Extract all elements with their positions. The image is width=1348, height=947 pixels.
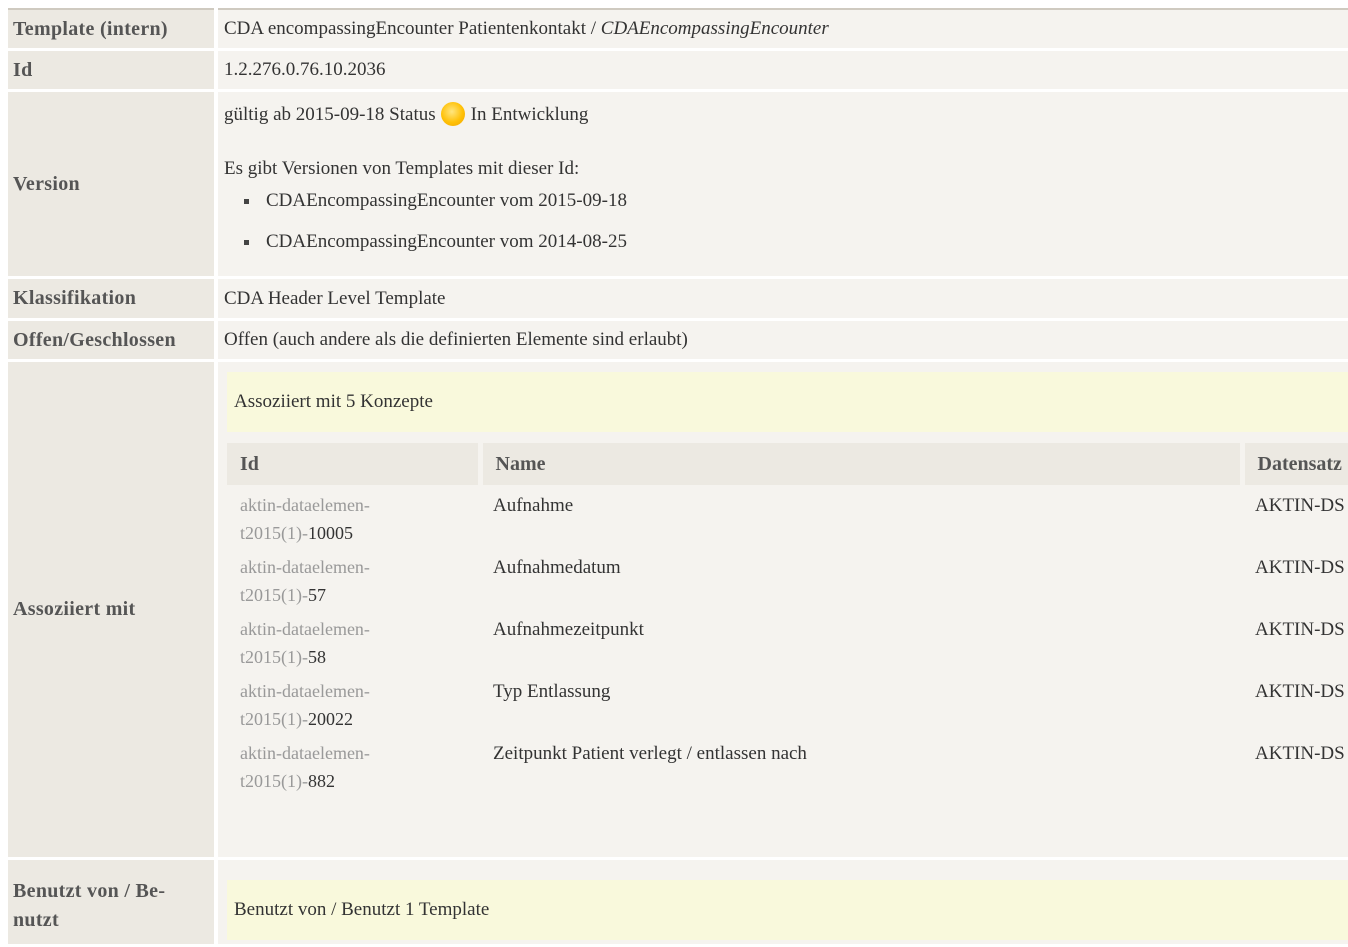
label-version: Version bbox=[8, 92, 214, 276]
label-usedby: Benutzt von / Be-nutzt bbox=[8, 860, 214, 944]
label-openclosed: Offen/Geschlossen bbox=[8, 321, 214, 359]
row-template: Template (intern) CDA encompassingEncoun… bbox=[8, 8, 1348, 48]
table-row: aktin-dataelemen-t2015(1)-58 Aufnahmezei… bbox=[227, 609, 1348, 671]
concept-id[interactable]: aktin-dataelemen-t2015(1)-882 bbox=[227, 733, 480, 795]
concept-name: Aufnahmezeitpunkt bbox=[493, 619, 644, 640]
concepts-table: Id Name Datensatz aktin-dataelemen-t2015… bbox=[227, 443, 1348, 795]
value-associated: Assoziiert mit 5 Konzepte Id Name Datens… bbox=[218, 362, 1348, 857]
concept-dataset: AKTIN-DS bbox=[1255, 495, 1345, 516]
template-name: CDA encompassingEncounter Patientenkonta… bbox=[224, 18, 586, 39]
versions-intro: Es gibt Versionen von Templates mit dies… bbox=[224, 158, 580, 179]
row-version: Version gültig ab 2015-09-18 Status In En… bbox=[8, 92, 1348, 276]
row-openclosed: Offen/Geschlossen Offen (auch andere als… bbox=[8, 321, 1348, 359]
column-header-name[interactable]: Name bbox=[480, 443, 1245, 485]
concept-dataset: AKTIN-DS bbox=[1255, 681, 1345, 702]
associated-summary-box: Assoziiert mit 5 Konzepte bbox=[227, 372, 1348, 432]
template-internal-name: CDAEncompassingEncounter bbox=[600, 18, 829, 39]
concept-name: Typ Entlassung bbox=[493, 681, 611, 702]
label-template: Template (intern) bbox=[8, 8, 214, 48]
usedby-summary-box: Benutzt von / Benutzt 1 Template bbox=[227, 880, 1348, 940]
version-link[interactable]: CDAEncompassingEncounter vom 2015-09-18 bbox=[224, 191, 1348, 232]
concept-name: Zeitpunkt Patient verlegt / entlassen na… bbox=[493, 743, 807, 764]
column-header-dataset[interactable]: Datensatz bbox=[1242, 443, 1348, 485]
versions-list: CDAEncompassingEncounter vom 2015-09-18 … bbox=[224, 191, 1348, 273]
table-row: aktin-dataelemen-t2015(1)-882 Zeitpunkt … bbox=[227, 733, 1348, 795]
concept-name: Aufnahmedatum bbox=[493, 557, 621, 578]
concept-dataset: AKTIN-DS bbox=[1255, 619, 1345, 640]
version-status-line: gültig ab 2015-09-18 Status In Entwicklun… bbox=[224, 101, 1348, 127]
concept-name: Aufnahme bbox=[493, 495, 574, 516]
value-version: gültig ab 2015-09-18 Status In Entwicklun… bbox=[218, 92, 1348, 276]
value-classification: CDA Header Level Template bbox=[218, 279, 1348, 318]
column-header-id[interactable]: Id bbox=[227, 443, 483, 485]
template-details: Template (intern) CDA encompassingEncoun… bbox=[8, 8, 1348, 947]
concept-id[interactable]: aktin-dataelemen-t2015(1)-58 bbox=[227, 609, 480, 671]
label-associated: Assoziiert mit bbox=[8, 362, 214, 857]
table-row: aktin-dataelemen-t2015(1)-20022 Typ Entl… bbox=[227, 671, 1348, 733]
row-usedby: Benutzt von / Be-nutzt Benutzt von / Ben… bbox=[8, 860, 1348, 944]
value-id: 1.2.276.0.76.10.2036 bbox=[218, 51, 1348, 89]
status-yellow-dot-icon bbox=[440, 101, 465, 126]
concept-id[interactable]: aktin-dataelemen-t2015(1)-57 bbox=[227, 547, 480, 609]
concept-dataset: AKTIN-DS bbox=[1255, 557, 1345, 578]
row-id: Id 1.2.276.0.76.10.2036 bbox=[8, 51, 1348, 89]
row-associated: Assoziiert mit Assoziiert mit 5 Konzepte… bbox=[8, 362, 1348, 857]
table-row: aktin-dataelemen-t2015(1)-57 Aufnahmedat… bbox=[227, 547, 1348, 609]
row-classification: Klassifikation CDA Header Level Template bbox=[8, 279, 1348, 318]
label-classification: Klassifikation bbox=[8, 279, 214, 318]
version-valid-from: gültig ab 2015-09-18 Status bbox=[224, 104, 436, 125]
label-id: Id bbox=[8, 51, 214, 89]
table-row: aktin-dataelemen-t2015(1)-10005 Aufnahme… bbox=[227, 485, 1348, 547]
version-status-text: In Entwicklung bbox=[470, 104, 589, 125]
concept-id[interactable]: aktin-dataelemen-t2015(1)-20022 bbox=[227, 671, 480, 733]
concept-id[interactable]: aktin-dataelemen-t2015(1)-10005 bbox=[227, 485, 480, 547]
value-template: CDA encompassingEncounter Patientenkonta… bbox=[218, 8, 1348, 48]
value-openclosed: Offen (auch andere als die definierten E… bbox=[218, 321, 1348, 359]
version-link[interactable]: CDAEncompassingEncounter vom 2014-08-25 bbox=[224, 232, 1348, 273]
value-usedby: Benutzt von / Benutzt 1 Template bbox=[218, 860, 1348, 944]
template-separator: / bbox=[585, 18, 601, 39]
concept-dataset: AKTIN-DS bbox=[1255, 743, 1345, 764]
concepts-header-row: Id Name Datensatz bbox=[227, 443, 1348, 485]
